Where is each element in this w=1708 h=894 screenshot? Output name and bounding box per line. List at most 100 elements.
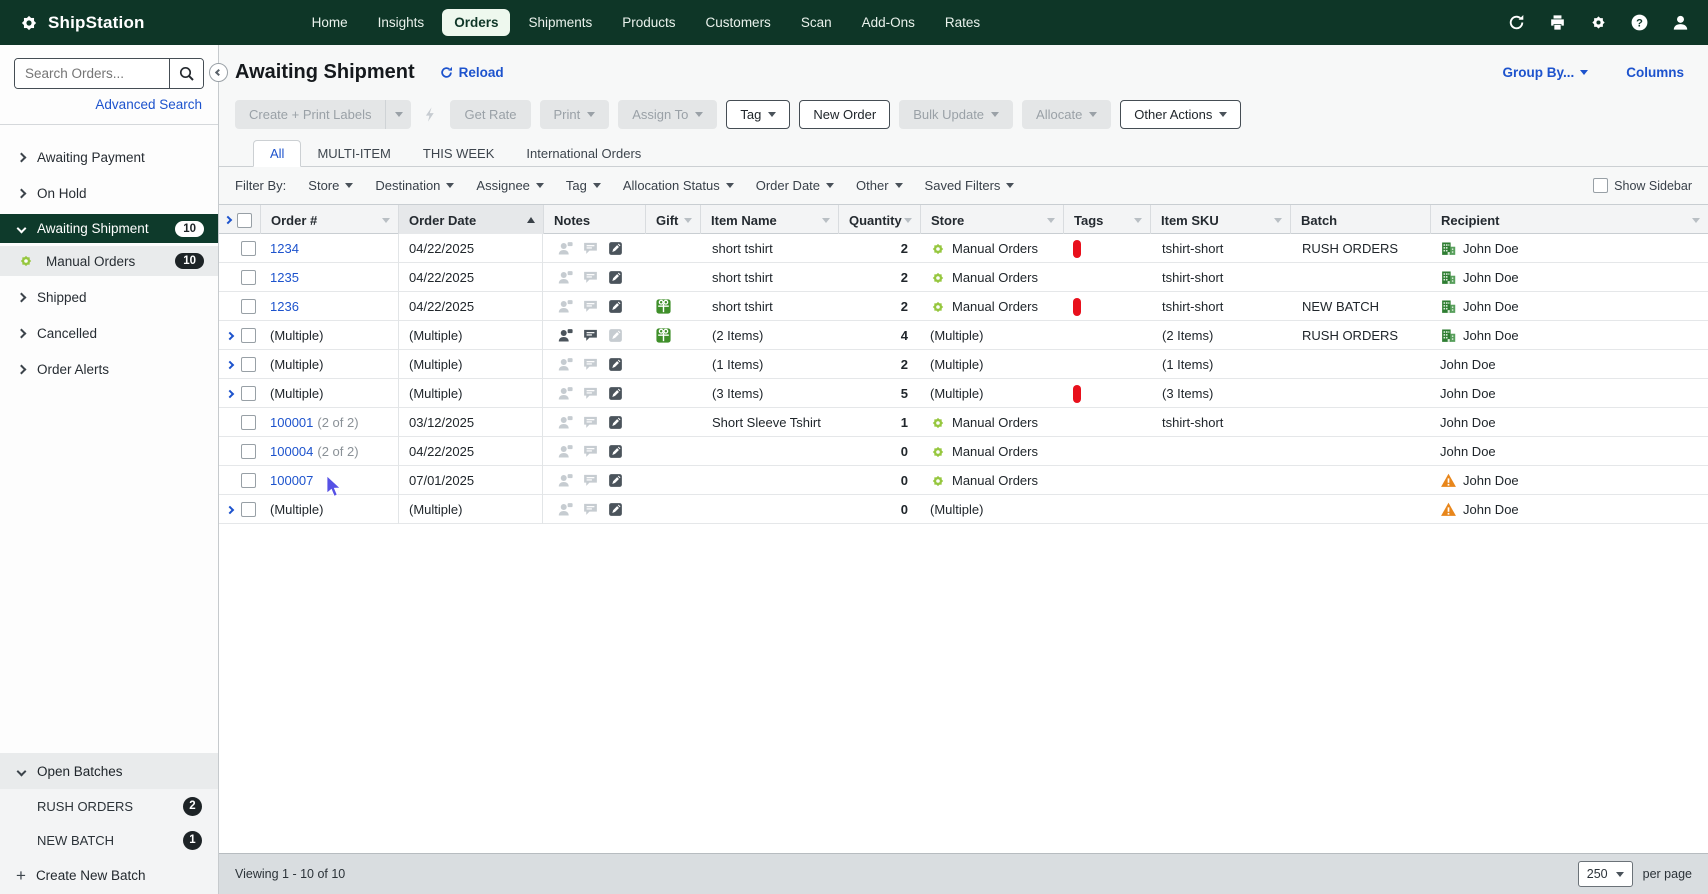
create-print-labels-split-button: Create + Print Labels	[235, 100, 412, 129]
tab-all[interactable]: All	[253, 140, 302, 167]
user-icon[interactable]	[1671, 13, 1690, 32]
row-checkbox[interactable]	[241, 241, 256, 256]
nav-item-add-ons[interactable]: Add-Ons	[850, 9, 927, 36]
order-number-link[interactable]: 100007	[270, 473, 313, 488]
tab-international-orders[interactable]: International Orders	[510, 141, 657, 166]
printer-icon[interactable]	[1548, 13, 1567, 32]
column-label: Order Date	[409, 212, 477, 228]
order-number-link[interactable]: 1234	[270, 241, 299, 256]
expand-row-icon[interactable]	[225, 505, 235, 514]
reload-button[interactable]: Reload	[439, 65, 504, 80]
tab-this-week[interactable]: THIS WEEK	[407, 141, 511, 166]
nav-item-rates[interactable]: Rates	[933, 9, 992, 36]
column-header-order-[interactable]: Order #	[260, 205, 398, 235]
columns-button[interactable]: Columns	[1626, 65, 1684, 80]
show-sidebar-toggle[interactable]: Show Sidebar	[1593, 178, 1692, 193]
order-number-link[interactable]: 1236	[270, 299, 299, 314]
column-header-store[interactable]: Store	[920, 205, 1063, 235]
column-filter-icon[interactable]	[382, 217, 390, 223]
column-header-notes[interactable]: Notes	[543, 205, 645, 235]
expand-row-icon[interactable]	[225, 360, 235, 369]
batch-item-rush-orders[interactable]: RUSH ORDERS 2	[0, 789, 218, 823]
column-filter-icon[interactable]	[1047, 217, 1055, 223]
nav-item-scan[interactable]: Scan	[789, 9, 844, 36]
advanced-search-link[interactable]: Advanced Search	[0, 97, 202, 112]
column-header-order-date[interactable]: Order Date	[398, 205, 543, 235]
filter-store[interactable]: Store	[308, 178, 354, 193]
gear-icon[interactable]	[1589, 13, 1608, 32]
sidebar-collapse-button[interactable]	[209, 63, 228, 82]
sidebar-item-manual-orders[interactable]: Manual Orders 10	[0, 246, 218, 276]
open-batches-header[interactable]: Open Batches	[0, 753, 218, 789]
create-new-batch-button[interactable]: + Create New Batch	[0, 857, 218, 894]
filter-saved-filters[interactable]: Saved Filters	[925, 178, 1015, 193]
sidebar-item-awaiting-shipment[interactable]: Awaiting Shipment 10	[0, 214, 218, 243]
item-name-cell: short tshirt	[712, 299, 773, 314]
order-number-cell: 100001 (2 of 2)	[260, 415, 398, 430]
order-number-link[interactable]: 100004	[270, 444, 313, 459]
assign-note-icon	[557, 385, 574, 402]
column-filter-icon[interactable]	[904, 217, 912, 223]
row-checkbox[interactable]	[241, 270, 256, 285]
brand[interactable]: ShipStation	[18, 12, 145, 34]
sidebar-item-cancelled[interactable]: Cancelled	[0, 315, 218, 351]
sidebar-item-shipped[interactable]: Shipped	[0, 279, 218, 315]
nav-item-insights[interactable]: Insights	[366, 9, 437, 36]
row-checkbox[interactable]	[241, 357, 256, 372]
expand-row-icon[interactable]	[225, 389, 235, 398]
row-checkbox[interactable]	[241, 328, 256, 343]
column-header-batch[interactable]: Batch	[1290, 205, 1430, 235]
column-header-gift[interactable]: Gift	[645, 205, 700, 235]
row-checkbox[interactable]	[241, 386, 256, 401]
nav-item-orders[interactable]: Orders	[442, 9, 511, 36]
search-input[interactable]	[15, 59, 169, 88]
column-filter-icon[interactable]	[1692, 217, 1700, 223]
column-filter-icon[interactable]	[684, 217, 692, 223]
tab-multi-item[interactable]: MULTI-ITEM	[301, 141, 406, 166]
column-header-item-name[interactable]: Item Name	[700, 205, 838, 235]
filter-order-date[interactable]: Order Date	[756, 178, 835, 193]
column-filter-icon[interactable]	[1134, 217, 1142, 223]
filter-allocation-status[interactable]: Allocation Status	[623, 178, 734, 193]
expand-all-icon[interactable]	[223, 215, 233, 225]
show-sidebar-checkbox[interactable]	[1593, 178, 1609, 193]
filter-tag[interactable]: Tag	[566, 178, 601, 193]
select-all-checkbox[interactable]	[237, 212, 252, 228]
order-number-cell: 100007	[260, 473, 398, 488]
sidebar-item-awaiting-payment[interactable]: Awaiting Payment	[0, 139, 218, 175]
other-actions-button[interactable]: Other Actions	[1120, 100, 1242, 129]
caret-down-icon	[1219, 112, 1228, 117]
column-header-item-sku[interactable]: Item SKU	[1150, 205, 1290, 235]
row-checkbox[interactable]	[241, 502, 256, 517]
row-checkbox[interactable]	[241, 444, 256, 459]
search-button[interactable]	[169, 59, 203, 88]
new-order-button[interactable]: New Order	[799, 100, 891, 129]
filter-assignee[interactable]: Assignee	[476, 178, 544, 193]
column-filter-icon[interactable]	[822, 217, 830, 223]
nav-item-customers[interactable]: Customers	[694, 9, 783, 36]
nav-item-home[interactable]: Home	[300, 9, 360, 36]
sidebar-item-on-hold[interactable]: On Hold	[0, 175, 218, 211]
order-number-link[interactable]: 1235	[270, 270, 299, 285]
batch-item-new-batch[interactable]: NEW BATCH 1	[0, 823, 218, 857]
row-checkbox[interactable]	[241, 473, 256, 488]
row-checkbox[interactable]	[241, 299, 256, 314]
column-header-tags[interactable]: Tags	[1063, 205, 1150, 235]
nav-item-shipments[interactable]: Shipments	[516, 9, 604, 36]
filter-destination[interactable]: Destination	[375, 178, 455, 193]
group-by-dropdown[interactable]: Group By...	[1502, 65, 1589, 80]
column-header-quantity[interactable]: Quantity	[838, 205, 920, 235]
sidebar-item-order-alerts[interactable]: Order Alerts	[0, 351, 218, 387]
order-number-link[interactable]: 100001	[270, 415, 313, 430]
help-icon[interactable]: ?	[1630, 13, 1649, 32]
column-header-recipient[interactable]: Recipient	[1430, 205, 1708, 235]
column-label: Notes	[554, 212, 591, 228]
column-filter-icon[interactable]	[1274, 217, 1282, 223]
per-page-select[interactable]: 250	[1577, 861, 1633, 887]
filter-other[interactable]: Other	[856, 178, 903, 193]
refresh-icon[interactable]	[1507, 13, 1526, 32]
row-checkbox[interactable]	[241, 415, 256, 430]
tag-button[interactable]: Tag	[726, 100, 791, 129]
nav-item-products[interactable]: Products	[610, 9, 687, 36]
expand-row-icon[interactable]	[225, 331, 235, 340]
